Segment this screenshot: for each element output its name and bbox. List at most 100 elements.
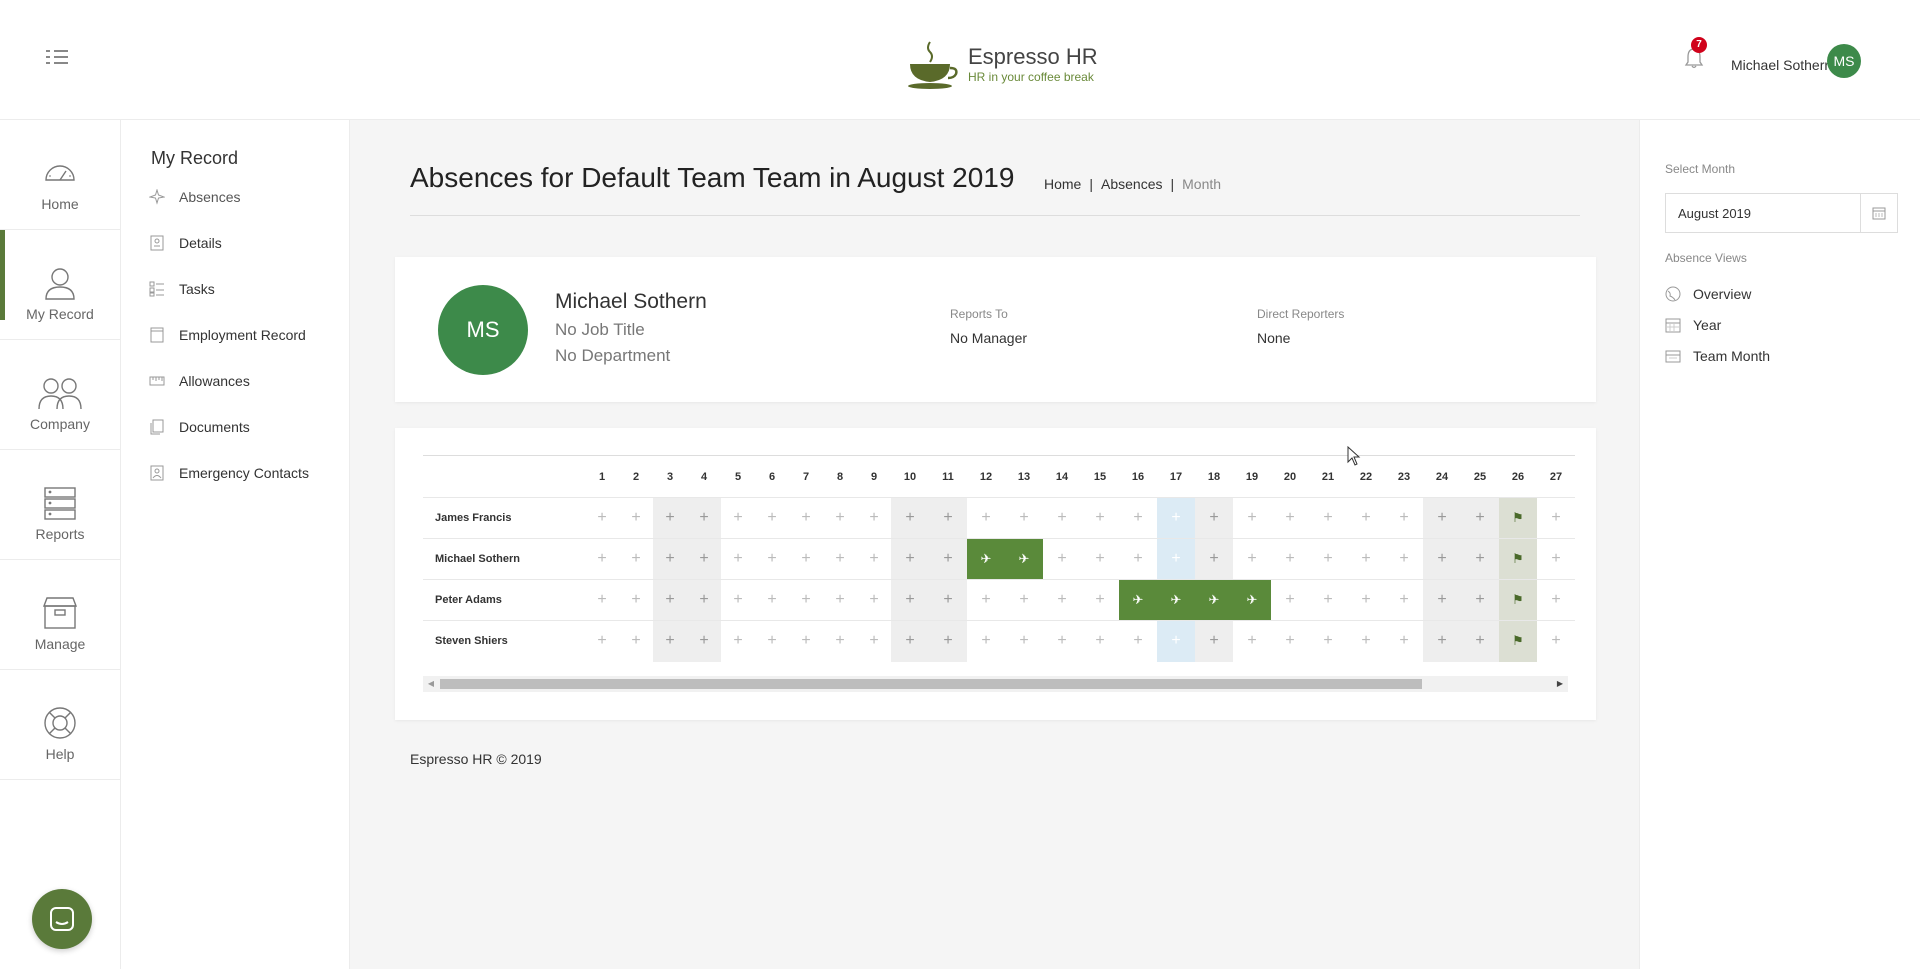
breadcrumb-home[interactable]: Home bbox=[1044, 176, 1081, 192]
view-year[interactable]: Year bbox=[1665, 314, 1721, 336]
nav-item-help[interactable]: Help bbox=[0, 670, 120, 780]
nav-item-company[interactable]: Company bbox=[0, 340, 120, 450]
calendar-day-cell[interactable]: + bbox=[1461, 538, 1499, 580]
calendar-day-cell[interactable]: + bbox=[755, 620, 789, 662]
calendar-day-cell[interactable]: + bbox=[653, 620, 687, 662]
calendar-day-cell[interactable]: + bbox=[687, 538, 721, 580]
calendar-day-cell[interactable]: + bbox=[1195, 538, 1233, 580]
calendar-day-cell[interactable]: + bbox=[1385, 579, 1423, 621]
calendar-day-cell[interactable]: + bbox=[1537, 497, 1575, 539]
calendar-day-cell[interactable]: + bbox=[1309, 497, 1347, 539]
calendar-day-cell[interactable]: + bbox=[967, 497, 1005, 539]
calendar-day-cell[interactable]: + bbox=[967, 579, 1005, 621]
calendar-day-cell[interactable]: + bbox=[619, 579, 653, 621]
calendar-day-cell[interactable]: + bbox=[721, 497, 755, 539]
chat-launcher-button[interactable] bbox=[32, 889, 92, 949]
calendar-day-cell[interactable]: + bbox=[1195, 497, 1233, 539]
subnav-item-absences[interactable]: Absences bbox=[149, 185, 240, 209]
calendar-day-cell[interactable]: + bbox=[1347, 620, 1385, 662]
calendar-day-cell[interactable]: + bbox=[653, 579, 687, 621]
calendar-day-cell[interactable]: + bbox=[1309, 579, 1347, 621]
calendar-day-cell[interactable]: + bbox=[789, 538, 823, 580]
absence-cell[interactable]: ✈ bbox=[1119, 579, 1157, 621]
breadcrumb-absences[interactable]: Absences bbox=[1101, 176, 1162, 192]
scroll-left-arrow-icon[interactable]: ◀ bbox=[423, 676, 439, 692]
calendar-day-cell[interactable]: + bbox=[1081, 579, 1119, 621]
view-team-month[interactable]: Team Month bbox=[1665, 345, 1770, 367]
absence-cell[interactable]: ✈ bbox=[1233, 579, 1271, 621]
calendar-day-cell[interactable]: + bbox=[1119, 538, 1157, 580]
calendar-day-cell[interactable]: + bbox=[1157, 497, 1195, 539]
calendar-day-cell[interactable]: + bbox=[619, 620, 653, 662]
calendar-day-cell[interactable]: + bbox=[857, 579, 891, 621]
calendar-day-cell[interactable]: + bbox=[1385, 620, 1423, 662]
subnav-item-documents[interactable]: Documents bbox=[149, 415, 250, 439]
nav-item-reports[interactable]: Reports bbox=[0, 450, 120, 560]
calendar-day-cell[interactable]: + bbox=[1423, 579, 1461, 621]
calendar-day-cell[interactable]: + bbox=[585, 579, 619, 621]
horizontal-scrollbar[interactable]: ◀ ▶ bbox=[423, 676, 1568, 692]
user-name[interactable]: Michael Sothern bbox=[1731, 57, 1832, 73]
calendar-day-cell[interactable]: + bbox=[1537, 579, 1575, 621]
calendar-day-cell[interactable]: + bbox=[1005, 620, 1043, 662]
calendar-day-cell[interactable]: + bbox=[891, 579, 929, 621]
calendar-day-cell[interactable]: + bbox=[1081, 538, 1119, 580]
calendar-day-cell[interactable]: + bbox=[1309, 620, 1347, 662]
calendar-day-cell[interactable]: + bbox=[789, 620, 823, 662]
calendar-day-cell[interactable]: + bbox=[1347, 497, 1385, 539]
calendar-day-cell[interactable]: + bbox=[857, 538, 891, 580]
calendar-day-cell[interactable]: + bbox=[1461, 497, 1499, 539]
holiday-cell[interactable]: ⚑ bbox=[1499, 538, 1537, 580]
calendar-day-cell[interactable]: + bbox=[929, 579, 967, 621]
calendar-day-cell[interactable]: + bbox=[789, 497, 823, 539]
calendar-day-cell[interactable]: + bbox=[1233, 620, 1271, 662]
calendar-day-cell[interactable]: + bbox=[1461, 620, 1499, 662]
calendar-day-cell[interactable]: + bbox=[721, 538, 755, 580]
subnav-item-allowances[interactable]: Allowances bbox=[149, 369, 250, 393]
calendar-day-cell[interactable]: + bbox=[1043, 579, 1081, 621]
calendar-day-cell[interactable]: + bbox=[823, 620, 857, 662]
calendar-day-cell[interactable]: + bbox=[585, 538, 619, 580]
calendar-day-cell[interactable]: + bbox=[1385, 497, 1423, 539]
nav-item-manage[interactable]: Manage bbox=[0, 560, 120, 670]
view-overview[interactable]: Overview bbox=[1665, 283, 1751, 305]
subnav-item-details[interactable]: Details bbox=[149, 231, 222, 255]
calendar-day-cell[interactable]: + bbox=[929, 538, 967, 580]
absence-cell[interactable]: ✈ bbox=[1005, 538, 1043, 580]
calendar-day-cell[interactable]: + bbox=[789, 579, 823, 621]
calendar-day-cell[interactable]: + bbox=[619, 497, 653, 539]
calendar-day-cell[interactable]: + bbox=[1271, 497, 1309, 539]
calendar-day-cell[interactable]: + bbox=[891, 620, 929, 662]
calendar-day-cell[interactable]: + bbox=[1385, 538, 1423, 580]
calendar-day-cell[interactable]: + bbox=[1005, 579, 1043, 621]
calendar-day-cell[interactable]: + bbox=[1081, 497, 1119, 539]
calendar-day-cell[interactable]: + bbox=[755, 497, 789, 539]
nav-item-home[interactable]: Home bbox=[0, 120, 120, 230]
scrollbar-thumb[interactable] bbox=[440, 679, 1422, 689]
calendar-day-cell[interactable]: + bbox=[967, 620, 1005, 662]
calendar-day-cell[interactable]: + bbox=[1043, 497, 1081, 539]
calendar-day-cell[interactable]: + bbox=[1309, 538, 1347, 580]
calendar-day-cell[interactable]: + bbox=[823, 579, 857, 621]
calendar-day-cell[interactable]: + bbox=[823, 497, 857, 539]
calendar-day-cell[interactable]: + bbox=[1461, 579, 1499, 621]
calendar-day-cell[interactable]: + bbox=[1271, 579, 1309, 621]
calendar-day-cell[interactable]: + bbox=[929, 497, 967, 539]
calendar-day-cell[interactable]: + bbox=[1043, 620, 1081, 662]
app-logo[interactable]: Espresso HR HR in your coffee break bbox=[906, 40, 1098, 90]
calendar-day-cell[interactable]: + bbox=[585, 620, 619, 662]
calendar-day-cell[interactable]: + bbox=[721, 579, 755, 621]
calendar-day-cell[interactable]: + bbox=[891, 497, 929, 539]
calendar-day-cell[interactable]: + bbox=[1537, 620, 1575, 662]
calendar-day-cell[interactable]: + bbox=[1119, 497, 1157, 539]
calendar-day-cell[interactable]: + bbox=[687, 497, 721, 539]
calendar-day-cell[interactable]: + bbox=[1081, 620, 1119, 662]
calendar-day-cell[interactable]: + bbox=[619, 538, 653, 580]
calendar-day-cell[interactable]: + bbox=[857, 620, 891, 662]
absence-cell[interactable]: ✈ bbox=[1195, 579, 1233, 621]
calendar-day-cell[interactable]: + bbox=[653, 497, 687, 539]
calendar-day-cell[interactable]: + bbox=[1423, 620, 1461, 662]
calendar-day-cell[interactable]: + bbox=[929, 620, 967, 662]
calendar-day-cell[interactable]: + bbox=[1423, 538, 1461, 580]
holiday-cell[interactable]: ⚑ bbox=[1499, 497, 1537, 539]
